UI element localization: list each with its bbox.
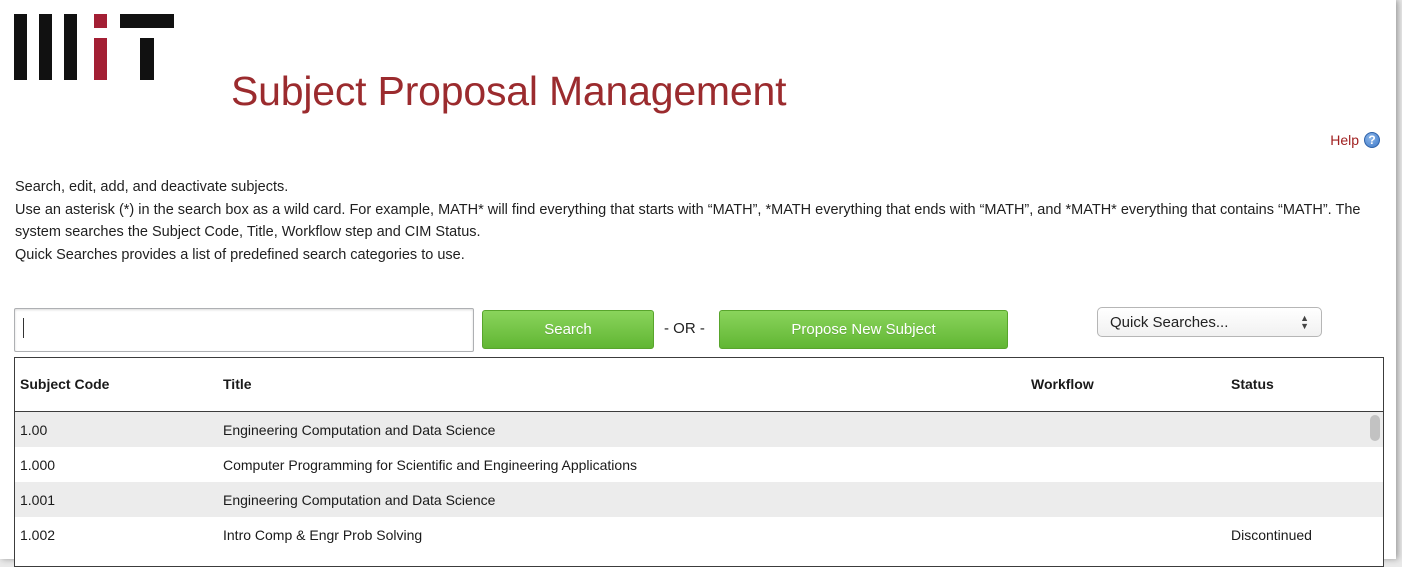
page-title: Subject Proposal Management [231, 68, 787, 114]
table-header: Subject Code Title Workflow Status [15, 358, 1383, 412]
instructions-line-1: Search, edit, add, and deactivate subjec… [15, 179, 289, 195]
page: Subject Proposal Management Help ? Searc… [0, 0, 1396, 567]
question-circle-icon: ? [1364, 132, 1380, 148]
help-link[interactable]: Help ? [1330, 132, 1380, 148]
quick-searches-label: Quick Searches... [1110, 313, 1229, 331]
cell-title: Engineering Computation and Data Science [223, 492, 496, 508]
table-row[interactable]: 1.00 Engineering Computation and Data Sc… [15, 412, 1383, 447]
cell-subject-code: 1.002 [20, 527, 56, 543]
header-subject-code[interactable]: Subject Code [20, 376, 109, 392]
header-title[interactable]: Title [223, 376, 252, 392]
table-row[interactable]: 1.000 Computer Programming for Scientifi… [15, 447, 1383, 482]
instructions-line-3: Quick Searches provides a list of predef… [15, 246, 465, 263]
or-separator: - OR - [664, 320, 705, 337]
search-button[interactable]: Search [482, 310, 654, 349]
cell-status: Discontinued [1231, 527, 1312, 543]
instructions-line-2: Use an asterisk (*) in the search box as… [15, 201, 1361, 241]
cell-subject-code: 1.00 [20, 422, 48, 438]
cell-title: Engineering Computation and Data Science [223, 422, 496, 438]
cell-subject-code: 1.000 [20, 457, 56, 473]
select-arrows-icon: ▲ ▼ [1300, 313, 1309, 331]
cell-title: Computer Programming for Scientific and … [223, 457, 637, 473]
help-label: Help [1330, 132, 1359, 148]
quick-searches-select[interactable]: Quick Searches... ▲ ▼ [1097, 307, 1322, 337]
subjects-table: Subject Code Title Workflow Status 1.00 … [14, 357, 1384, 567]
table-row[interactable]: 1.001 Engineering Computation and Data S… [15, 482, 1383, 517]
header-workflow[interactable]: Workflow [1031, 376, 1094, 392]
table-scrollbar[interactable] [1369, 414, 1381, 444]
text-caret [23, 318, 24, 338]
cell-title: Intro Comp & Engr Prob Solving [223, 527, 423, 543]
scrollbar-thumb[interactable] [1370, 415, 1380, 441]
instructions: Search, edit, add, and deactivate subjec… [15, 176, 1385, 266]
propose-new-subject-button[interactable]: Propose New Subject [719, 310, 1008, 349]
search-input[interactable] [14, 308, 474, 352]
cell-subject-code: 1.001 [20, 492, 56, 508]
mit-logo-icon [14, 14, 184, 80]
table-row[interactable]: 1.002 Intro Comp & Engr Prob Solving Dis… [15, 517, 1383, 552]
header-status[interactable]: Status [1231, 376, 1274, 392]
